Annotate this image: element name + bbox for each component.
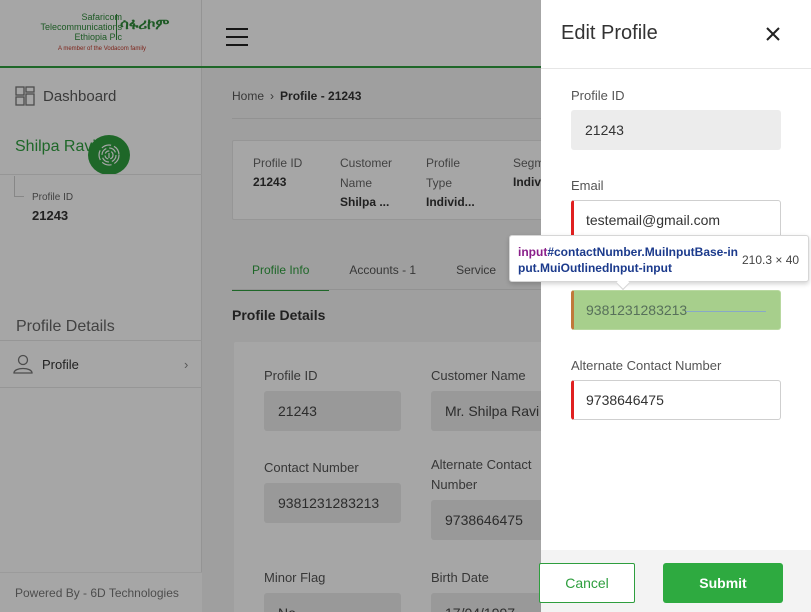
inspector-guide-line xyxy=(686,311,766,312)
inspector-dimensions: 210.3 × 40 xyxy=(742,253,800,267)
inspector-tooltip: input#contactNumber.MuiInputBase-input.M… xyxy=(509,235,809,291)
profile-id-label: Profile ID xyxy=(571,88,625,103)
drawer-header: Edit Profile xyxy=(541,0,811,69)
inspector-classes: #contactNumber.MuiInputBase-input.MuiOut… xyxy=(518,245,739,275)
profile-id-input: 21243 xyxy=(571,110,781,150)
drawer-footer: Cancel Submit xyxy=(539,550,811,612)
email-label: Email xyxy=(571,178,604,193)
email-input[interactable]: testemail@gmail.com xyxy=(571,200,781,240)
contact-number-input[interactable]: 9381231283213 xyxy=(571,290,781,330)
edit-profile-drawer: Edit Profile Profile ID 21243 Email test… xyxy=(539,0,811,612)
close-icon[interactable] xyxy=(763,24,783,44)
contact-number-value: 9381231283213 xyxy=(586,302,688,318)
cancel-button[interactable]: Cancel xyxy=(539,563,635,603)
alt-contact-input[interactable]: 9738646475 xyxy=(571,380,781,420)
inspector-selector: input#contactNumber.MuiInputBase-input.M… xyxy=(518,244,738,276)
modal-backdrop[interactable] xyxy=(0,0,541,612)
inspector-tag: input xyxy=(518,245,548,259)
drawer-title: Edit Profile xyxy=(561,22,658,44)
submit-button[interactable]: Submit xyxy=(663,563,783,603)
alt-contact-label: Alternate Contact Number xyxy=(571,358,722,373)
